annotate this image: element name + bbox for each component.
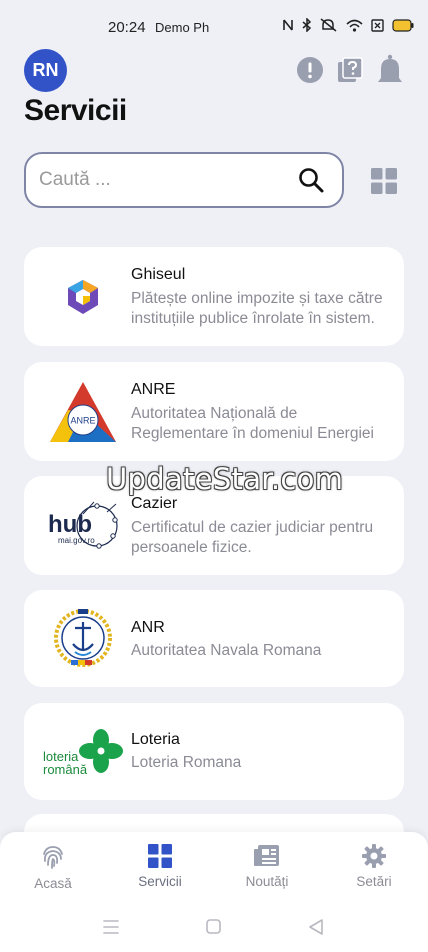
- help-icon[interactable]: [336, 54, 364, 86]
- anre-logo-text: ANRE: [70, 416, 95, 426]
- bell-icon[interactable]: [376, 54, 404, 86]
- service-description: Autoritatea Națională de Reglementare în…: [131, 405, 374, 442]
- bluetooth-icon: [302, 18, 312, 32]
- grid-icon: [371, 168, 397, 194]
- alert-icon[interactable]: [296, 54, 324, 86]
- service-card-ghiseul[interactable]: Ghiseul Plătește online impozite și taxe…: [24, 247, 404, 346]
- nav-label: Setări: [356, 874, 392, 889]
- grid-view-toggle[interactable]: [371, 168, 397, 194]
- loteria-logo-subtext: română: [43, 762, 88, 777]
- home-icon[interactable]: [206, 919, 221, 934]
- status-carrier: Demo Ph: [155, 20, 210, 35]
- header-actions: [296, 54, 404, 86]
- nav-label: Servicii: [138, 874, 182, 889]
- anre-logo: ANRE: [38, 376, 128, 448]
- nav-item-acasa[interactable]: Acasă: [13, 844, 93, 891]
- fingerprint-icon: [43, 846, 63, 869]
- nav-label: Acasă: [34, 876, 72, 891]
- gear-icon: [362, 844, 386, 868]
- watermark: UpdateStar.com: [106, 462, 344, 496]
- status-icons: [282, 18, 414, 32]
- service-title: Cazier: [131, 495, 178, 512]
- service-description: Loteria Romana: [131, 754, 242, 771]
- service-title: Ghiseul: [131, 266, 186, 283]
- menu-icon[interactable]: [103, 920, 119, 934]
- newspaper-icon: [254, 845, 279, 866]
- battery-icon: [392, 18, 414, 32]
- nav-label: Noutăți: [245, 874, 289, 889]
- wifi-icon: [346, 19, 363, 32]
- service-title: ANRE: [131, 381, 176, 398]
- loteria-logo: loteria română: [38, 715, 128, 787]
- search-icon[interactable]: [298, 167, 324, 193]
- service-title: Loteria: [131, 731, 180, 748]
- service-description: Certificatul de cazier judiciar pentru p…: [131, 519, 374, 556]
- back-icon[interactable]: [309, 919, 323, 935]
- service-card-loteria[interactable]: loteria română Loteria Loteria Romana: [24, 703, 404, 800]
- grid-icon: [148, 844, 172, 868]
- service-card-anr[interactable]: ANR Autoritatea Navala Romana: [24, 590, 404, 687]
- sim-icon: [371, 18, 384, 32]
- status-bar: 20:24 Demo Ph: [0, 0, 428, 56]
- page-title: Servicii: [24, 94, 127, 127]
- service-description: Autoritatea Navala Romana: [131, 642, 322, 659]
- nav-item-noutati[interactable]: Noutăți: [227, 844, 307, 889]
- hub-mai-logo: hub mai.gov.ro: [38, 488, 128, 560]
- system-nav-bar: [103, 919, 323, 935]
- hub-logo-text: hub: [48, 511, 92, 538]
- service-description: Plătește online impozite și taxe către i…: [131, 290, 383, 327]
- status-time: 20:24: [108, 19, 146, 36]
- search-box[interactable]: Caută ...: [24, 152, 344, 208]
- mute-icon: [320, 18, 337, 32]
- hub-logo-subtext: mai.gov.ro: [58, 536, 95, 545]
- service-title: ANR: [131, 619, 165, 636]
- search-input[interactable]: Caută ...: [39, 169, 298, 191]
- avatar[interactable]: RN: [24, 49, 67, 92]
- nfc-icon: [283, 19, 293, 31]
- service-card-anre[interactable]: ANRE ANRE Autoritatea Națională de Regle…: [24, 362, 404, 461]
- ghiseul-logo: [38, 261, 128, 333]
- nav-item-servicii[interactable]: Servicii: [120, 844, 200, 889]
- nav-item-setari[interactable]: Setări: [334, 844, 414, 889]
- anr-emblem: [38, 602, 128, 674]
- bottom-nav: Acasă Servicii Noutăți Setări: [0, 832, 428, 952]
